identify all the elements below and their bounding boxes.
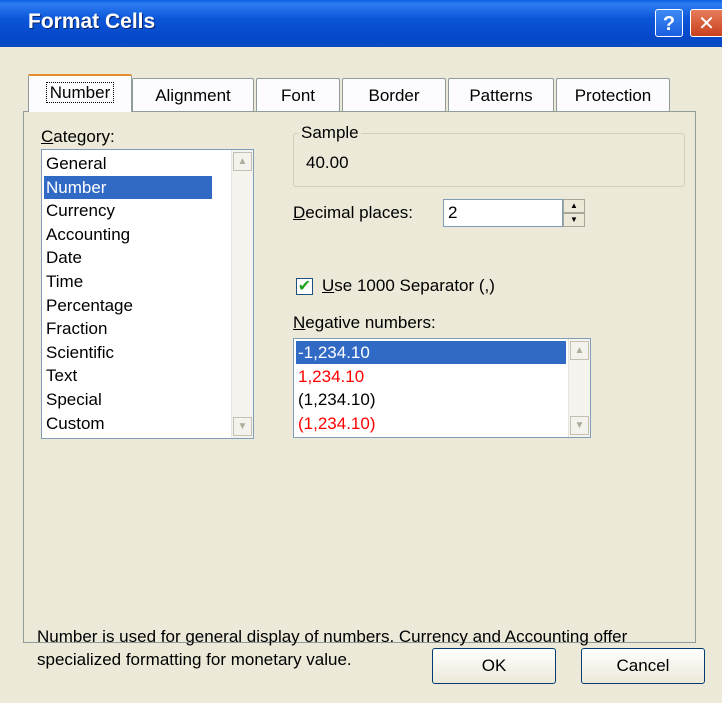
help-icon[interactable]: ?	[655, 9, 683, 37]
ok-button[interactable]: OK	[432, 648, 556, 684]
negative-format-item[interactable]: 1,234.10	[296, 365, 566, 388]
category-item[interactable]: General	[44, 152, 212, 175]
category-item[interactable]: Custom	[44, 412, 212, 435]
dialog-title: Format Cells	[28, 10, 156, 33]
category-scrollbar[interactable]: ▲ ▼	[231, 150, 253, 438]
sample-value: 40.00	[306, 153, 349, 172]
category-list[interactable]: General Number Currency Accounting Date Time P…	[41, 149, 254, 439]
tab-border[interactable]: Border	[342, 78, 446, 111]
category-item[interactable]: Time	[44, 270, 212, 293]
category-item[interactable]: Text	[44, 364, 212, 387]
negative-format-item[interactable]: (1,234.10)	[296, 412, 566, 435]
negative-format-item[interactable]: (1,234.10)	[296, 388, 566, 411]
tab-patterns[interactable]: Patterns	[448, 78, 554, 111]
category-item[interactable]: Fraction	[44, 317, 212, 340]
category-item[interactable]: Percentage	[44, 294, 212, 317]
check-icon: ✔	[297, 278, 312, 295]
sample-label: Sample	[299, 123, 361, 143]
spin-down-icon[interactable]: ▼	[563, 213, 585, 227]
category-item[interactable]: Number	[44, 175, 212, 199]
decimal-places-label: Decimal places:	[293, 203, 413, 222]
cancel-button[interactable]: Cancel	[581, 648, 705, 684]
decimal-places-input[interactable]: 2	[443, 199, 563, 227]
tab-protection[interactable]: Protection	[556, 78, 670, 111]
category-item[interactable]: Date	[44, 246, 212, 269]
negative-scrollbar[interactable]: ▲ ▼	[568, 339, 590, 437]
format-cells-dialog: Format Cells ? ✕ Number Alignment Font B…	[0, 0, 722, 703]
tab-alignment[interactable]: Alignment	[132, 78, 254, 111]
negative-numbers-list[interactable]: -1,234.10 1,234.10 (1,234.10) (1,234.10) ▲ …	[293, 338, 591, 438]
negative-format-item[interactable]: -1,234.10	[296, 341, 566, 364]
scroll-up-icon[interactable]: ▲	[233, 152, 252, 171]
scroll-up-icon[interactable]: ▲	[570, 341, 589, 360]
decimal-spinner[interactable]: ▲ ▼	[563, 199, 585, 227]
category-item[interactable]: Special	[44, 388, 212, 411]
separator-label[interactable]: Use 1000 Separator (,)	[322, 276, 495, 296]
tab-label: Number	[45, 82, 115, 103]
scroll-down-icon[interactable]: ▼	[570, 416, 589, 435]
category-item[interactable]: Accounting	[44, 223, 212, 246]
separator-checkbox[interactable]: ✔	[296, 278, 313, 295]
scroll-down-icon[interactable]: ▼	[233, 417, 252, 436]
title-bar[interactable]: Format Cells ? ✕	[0, 0, 722, 47]
negative-numbers-label: Negative numbers:	[293, 313, 436, 332]
category-label: Category:	[41, 127, 115, 146]
tab-font[interactable]: Font	[256, 78, 340, 111]
close-icon[interactable]: ✕	[690, 9, 722, 37]
tab-number[interactable]: Number	[28, 74, 132, 112]
category-item[interactable]: Currency	[44, 199, 212, 222]
category-item[interactable]: Scientific	[44, 341, 212, 364]
spin-up-icon[interactable]: ▲	[563, 199, 585, 213]
